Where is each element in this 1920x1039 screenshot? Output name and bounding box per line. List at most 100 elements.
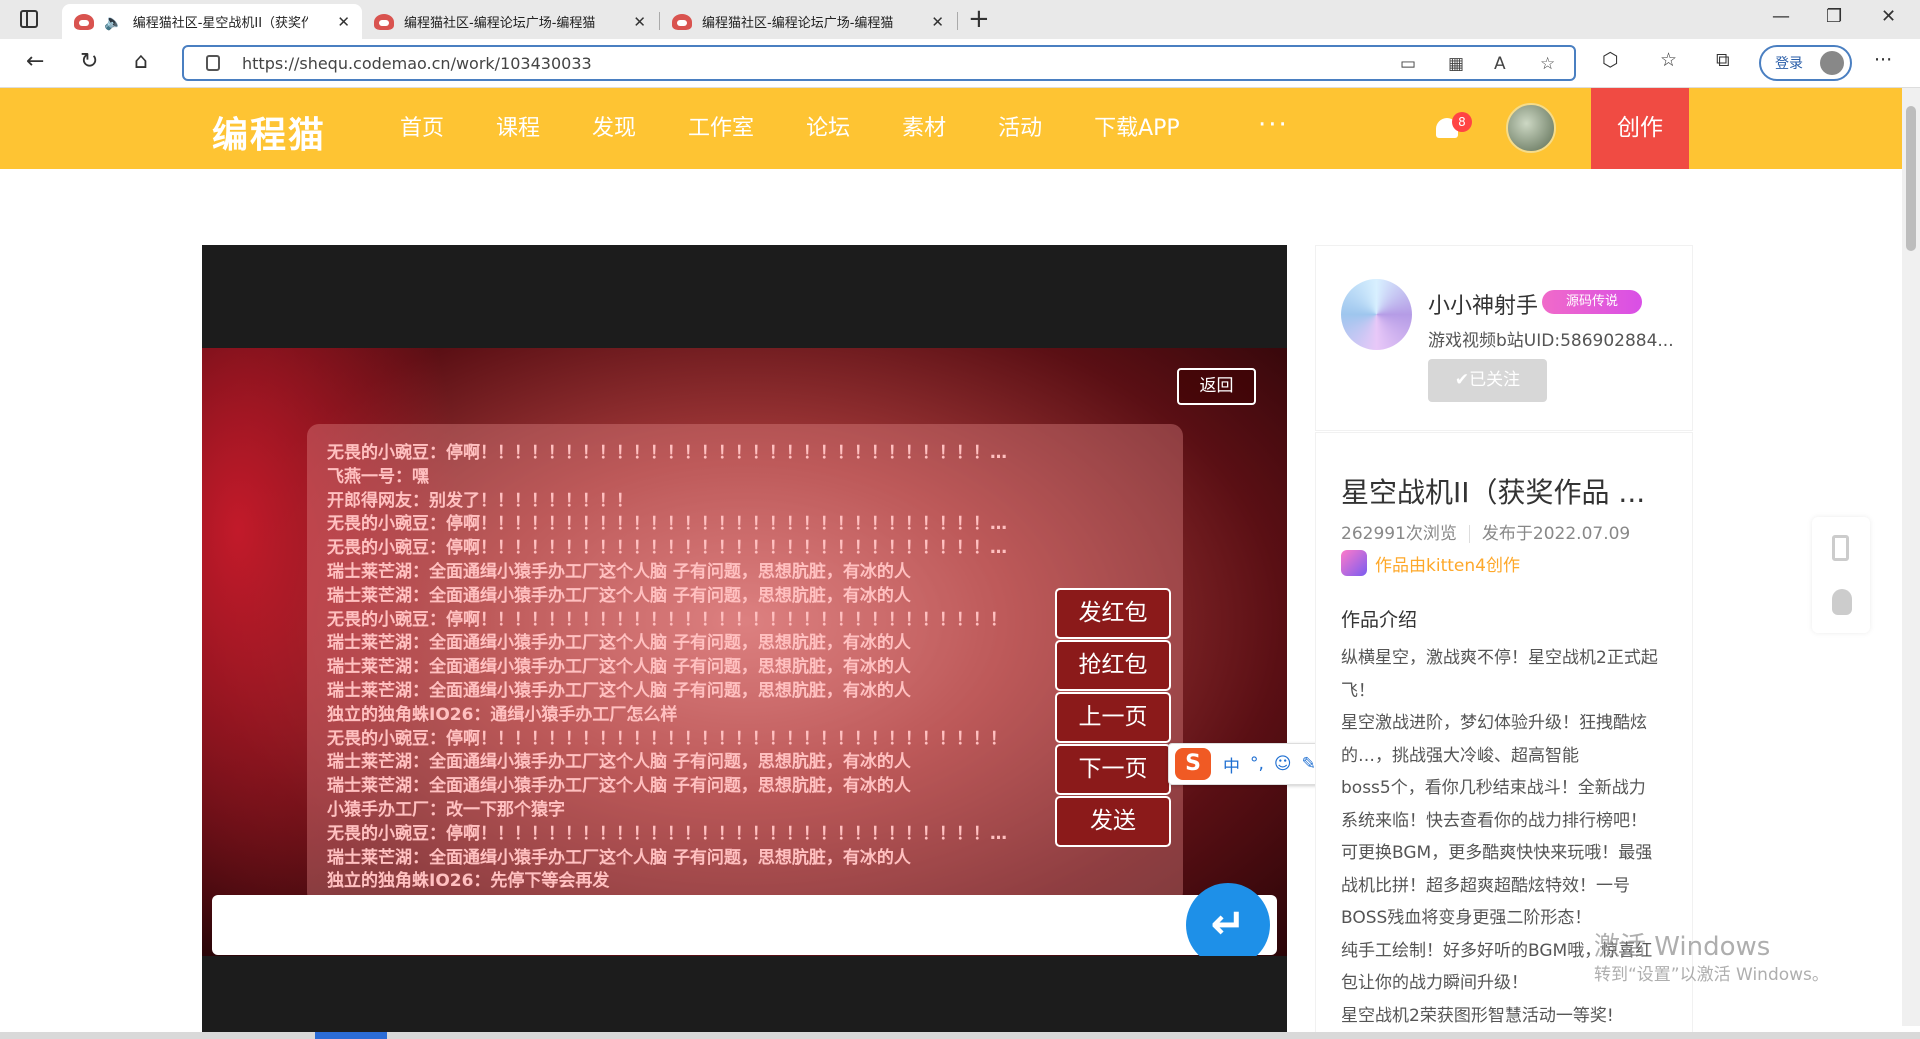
windows-activation-hint: 转到“设置”以激活 Windows。: [1594, 965, 1829, 985]
site-logo[interactable]: 编程猫: [212, 106, 326, 158]
browser-tab-bar: 🔈 编程猫社区-星空战机II（获奖作品） ✕ 编程猫社区-编程论坛广场-编程猫 …: [0, 0, 1920, 39]
author-bio: 游戏视频b站UID:586902884...: [1428, 331, 1674, 351]
scrollbar-thumb[interactable]: [1906, 106, 1916, 251]
nav-studio[interactable]: 工作室: [688, 88, 754, 169]
ime-chinese-mode-icon[interactable]: 中: [1223, 752, 1240, 777]
tab-divider: [957, 12, 958, 30]
nav-events[interactable]: 活动: [998, 88, 1042, 169]
chat-message: 瑞士莱芒湖：全面通缉小猿手办工厂这个人脑 子有问题，思想肮脏，有冰的人: [327, 680, 911, 701]
minimize-icon[interactable]: —: [1772, 6, 1790, 27]
chat-message: 瑞士莱芒湖：全面通缉小猿手办工厂这个人脑 子有问题，思想肮脏，有冰的人: [327, 657, 911, 678]
send-red-packet-button[interactable]: 发红包: [1055, 588, 1171, 639]
mobile-qrcode-icon[interactable]: [1832, 535, 1849, 561]
grab-red-packet-button[interactable]: 抢红包: [1055, 640, 1171, 691]
enter-icon[interactable]: ↵: [1186, 883, 1270, 956]
tab-forum-2[interactable]: 编程猫社区-编程论坛广场-编程猫 ✕: [660, 4, 956, 39]
maximize-icon[interactable]: ❐: [1826, 6, 1842, 27]
bottom-horizontal-scrollbar[interactable]: [0, 1032, 1920, 1039]
intro-line: 可更换BGM，更多酷爽快快来玩哦！最强: [1341, 843, 1653, 863]
profile-avatar-icon: [1820, 51, 1844, 75]
url-text: https://shequ.codemao.cn/work/103430033: [242, 53, 592, 73]
more-nav-icon[interactable]: ···: [1258, 110, 1289, 140]
floating-tools: [1812, 517, 1870, 633]
favorites-icon[interactable]: ☆: [1660, 49, 1677, 71]
plus-icon[interactable]: +: [968, 4, 990, 34]
nav-courses[interactable]: 课程: [496, 88, 540, 169]
chat-message: 瑞士莱芒湖：全面通缉小猿手办工厂这个人脑 子有问题，思想肮脏，有冰的人: [327, 752, 911, 773]
intro-heading: 作品介绍: [1341, 609, 1418, 631]
tab-forum-1[interactable]: 编程猫社区-编程论坛广场-编程猫 ✕: [362, 4, 658, 39]
create-button[interactable]: 创作: [1591, 88, 1689, 169]
nav-forum[interactable]: 论坛: [806, 88, 850, 169]
game-player: 返回 无畏的小豌豆：停啊！！！！！！！！！！！！！！！！！！！！！！！！！！！！…: [202, 245, 1287, 1039]
sogou-ime-logo-icon[interactable]: S: [1175, 748, 1211, 780]
author-card: 小小神射手 源码传说 游戏视频b站UID:586902884... ✔已关注: [1315, 245, 1693, 431]
next-page-button[interactable]: 下一页: [1055, 744, 1171, 795]
add-favorite-icon[interactable]: ☆: [1540, 54, 1555, 74]
login-label: 登录: [1775, 56, 1803, 72]
intro-line: 星空战机2荣获图形智慧活动一等奖!: [1341, 1005, 1614, 1026]
chat-message: 无畏的小豌豆：停啊！！！！！！！！！！！！！！！！！！！！！！！！！！！！！！…: [327, 514, 1007, 535]
ime-handwrite-icon[interactable]: ✎: [1302, 754, 1316, 774]
tab-actions-icon[interactable]: [20, 10, 38, 28]
chat-message-panel: 无畏的小豌豆：停啊！！！！！！！！！！！！！！！！！！！！！！！！！！！！！！……: [307, 424, 1183, 904]
home-icon[interactable]: ⌂: [134, 49, 148, 74]
author-avatar[interactable]: [1341, 279, 1412, 350]
creator-tool-link[interactable]: 作品由kitten4创作: [1341, 550, 1520, 576]
send-button[interactable]: 发送: [1055, 796, 1171, 847]
window-close-icon[interactable]: ✕: [1881, 6, 1896, 27]
work-title: 星空战机II（获奖作品 ...: [1341, 476, 1646, 509]
collections-icon[interactable]: ⧉: [1716, 49, 1730, 71]
read-aloud-icon[interactable]: A: [1494, 54, 1506, 74]
chat-message: 无畏的小豌豆：停啊！！！！！！！！！！！！！！！！！！！！！！！！！！！！！！…: [327, 823, 1007, 844]
chat-message: 独立的独角蛛IO26：先停下等会再发: [327, 871, 610, 892]
author-title-badge: 源码传说: [1542, 290, 1642, 314]
address-input[interactable]: https://shequ.codemao.cn/work/103430033 …: [182, 45, 1576, 81]
page-scrollbar[interactable]: [1902, 88, 1920, 1026]
nav-assets[interactable]: 素材: [902, 88, 946, 169]
ime-emoji-icon[interactable]: ☺: [1274, 754, 1292, 774]
lock-icon[interactable]: [206, 55, 220, 71]
author-name[interactable]: 小小神射手: [1428, 288, 1538, 320]
back-icon[interactable]: ←: [26, 49, 44, 74]
nav-discover[interactable]: 发现: [592, 88, 636, 169]
close-icon[interactable]: ✕: [633, 13, 646, 31]
nav-download-app[interactable]: 下载APP: [1094, 88, 1180, 169]
tab-active[interactable]: 🔈 编程猫社区-星空战机II（获奖作品） ✕: [62, 4, 362, 39]
intro-line: 星空激战进阶，梦幻体验升级！狂拽酷炫: [1341, 713, 1647, 733]
nav-home[interactable]: 首页: [400, 88, 444, 169]
close-icon[interactable]: ✕: [337, 13, 350, 31]
tab-title: 编程猫社区-编程论坛广场-编程猫: [404, 16, 596, 31]
windows-activation-watermark: 激活 Windows: [1594, 932, 1771, 962]
reload-icon[interactable]: ↻: [80, 49, 98, 74]
main-nav: 首页 课程 发现 工作室 论坛 素材 活动 下载APP: [400, 88, 1232, 169]
game-stage[interactable]: 返回 无畏的小豌豆：停啊！！！！！！！！！！！！！！！！！！！！！！！！！！！！…: [202, 348, 1287, 956]
user-avatar[interactable]: [1506, 103, 1556, 153]
chat-input[interactable]: [212, 895, 1277, 955]
taskbar-highlight: [315, 1032, 387, 1039]
chat-message: 瑞士莱芒湖：全面通缉小猿手办工厂这个人脑 子有问题，思想肮脏，有冰的人: [327, 633, 911, 654]
profile-login-button[interactable]: 登录: [1759, 45, 1852, 81]
ime-punctuation-icon[interactable]: °,: [1250, 754, 1264, 774]
followed-button[interactable]: ✔已关注: [1428, 359, 1547, 402]
notification-bell[interactable]: 8: [1434, 112, 1472, 142]
address-toolbar: ← ↻ ⌂ https://shequ.codemao.cn/work/1034…: [0, 39, 1920, 88]
site-header: 编程猫 首页 课程 发现 工作室 论坛 素材 活动 下载APP ··· 8 创作: [0, 88, 1902, 169]
extensions-icon[interactable]: ⬡: [1602, 49, 1619, 71]
prev-page-button[interactable]: 上一页: [1055, 692, 1171, 743]
intro-line: 战机比拼！超多超爽超酷炫特效！一号: [1341, 875, 1630, 896]
publish-date: 发布于2022.07.09: [1481, 524, 1631, 544]
codemao-favicon-icon: [374, 13, 394, 30]
app-available-icon[interactable]: ▭: [1400, 54, 1416, 74]
more-icon[interactable]: ···: [1874, 49, 1892, 71]
close-icon[interactable]: ✕: [931, 13, 944, 31]
chat-message: 小猿手办工厂：改一下那个猿字: [327, 799, 565, 820]
speaker-icon[interactable]: 🔈: [104, 13, 123, 31]
intro-line: 纵横星空，激战爽不停！星空战机2正式起: [1341, 648, 1658, 668]
qq-icon[interactable]: [1832, 589, 1852, 615]
work-meta: 262991次浏览 发布于2022.07.09: [1341, 519, 1630, 544]
chat-message: 瑞士莱芒湖：全面通缉小猿手办工厂这个人脑 子有问题，思想肮脏，有冰的人: [327, 776, 911, 797]
game-back-button[interactable]: 返回: [1177, 368, 1256, 405]
kitten-tool-icon: [1341, 550, 1367, 576]
apps-icon[interactable]: ▦: [1448, 54, 1464, 74]
